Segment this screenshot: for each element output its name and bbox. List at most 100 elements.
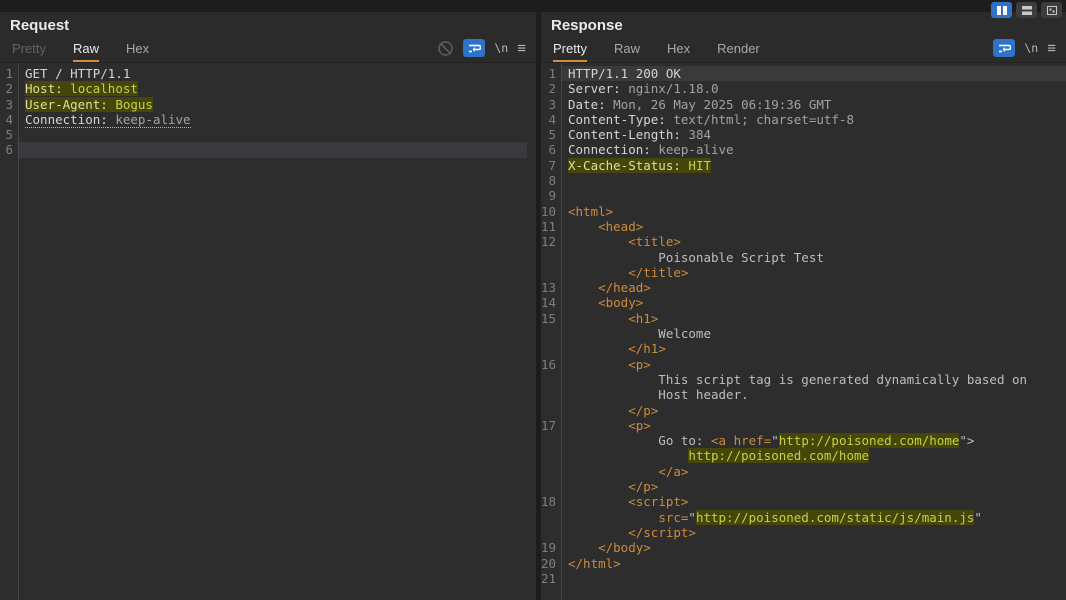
request-panel: Request Pretty Raw Hex \n ≡ 1GET / HTTP/… bbox=[0, 12, 536, 600]
line-number bbox=[541, 403, 561, 418]
line-number: 21 bbox=[541, 571, 561, 586]
code-line: Poisonable Script Test bbox=[541, 250, 1066, 265]
columns-layout-icon bbox=[997, 6, 1007, 15]
code-line: 20</html> bbox=[541, 556, 1066, 571]
line-number bbox=[541, 464, 561, 479]
code-line: src="http://poisoned.com/static/js/main.… bbox=[541, 510, 1066, 525]
code-line: Welcome bbox=[541, 326, 1066, 341]
line-number bbox=[541, 372, 561, 387]
layout-buttons bbox=[991, 2, 1062, 18]
request-tab-raw[interactable]: Raw bbox=[73, 36, 99, 62]
code-line: 2Server: nginx/1.18.0 bbox=[541, 81, 1066, 96]
request-tab-pretty: Pretty bbox=[12, 36, 46, 62]
code-line: 5Content-Length: 384 bbox=[541, 127, 1066, 142]
code-line[interactable]: 6 bbox=[0, 142, 536, 157]
code-line: 16 <p> bbox=[541, 357, 1066, 372]
line-number: 5 bbox=[541, 127, 561, 142]
code-line: This script tag is generated dynamically… bbox=[541, 372, 1066, 387]
line-number bbox=[541, 448, 561, 463]
line-number: 16 bbox=[541, 357, 561, 372]
code-line[interactable]: 1GET / HTTP/1.1 bbox=[0, 66, 536, 81]
rows-layout-button[interactable] bbox=[1016, 2, 1037, 18]
line-number: 19 bbox=[541, 540, 561, 555]
response-tab-pretty[interactable]: Pretty bbox=[553, 36, 587, 62]
line-number: 2 bbox=[541, 81, 561, 96]
line-number: 20 bbox=[541, 556, 561, 571]
line-number: 8 bbox=[541, 173, 561, 188]
line-number bbox=[541, 326, 561, 341]
response-editor[interactable]: 1HTTP/1.1 200 OK2Server: nginx/1.18.03Da… bbox=[541, 62, 1066, 600]
word-wrap-button[interactable] bbox=[463, 39, 485, 57]
code-line: 6Connection: keep-alive bbox=[541, 142, 1066, 157]
line-number: 13 bbox=[541, 280, 561, 295]
code-line: 14 <body> bbox=[541, 295, 1066, 310]
line-number: 2 bbox=[0, 81, 18, 96]
code-line: 1HTTP/1.1 200 OK bbox=[541, 66, 1066, 81]
line-number: 9 bbox=[541, 188, 561, 203]
line-number: 14 bbox=[541, 295, 561, 310]
line-number bbox=[541, 479, 561, 494]
code-line: http://poisoned.com/home bbox=[541, 448, 1066, 463]
response-menu-icon[interactable]: ≡ bbox=[1047, 41, 1056, 56]
line-number bbox=[541, 433, 561, 448]
code-line: Go to: <a href="http://poisoned.com/home… bbox=[541, 433, 1066, 448]
code-line: </title> bbox=[541, 265, 1066, 280]
line-number bbox=[541, 250, 561, 265]
newline-toggle-icon[interactable]: \n bbox=[1024, 41, 1038, 55]
line-number: 18 bbox=[541, 494, 561, 509]
line-number: 4 bbox=[0, 112, 18, 127]
code-line[interactable]: 5 bbox=[0, 127, 536, 142]
line-number bbox=[541, 341, 561, 356]
line-number: 1 bbox=[541, 66, 561, 81]
line-number bbox=[541, 510, 561, 525]
response-tab-hex[interactable]: Hex bbox=[667, 36, 690, 62]
line-number: 7 bbox=[541, 158, 561, 173]
code-line: 7X-Cache-Status: HIT bbox=[541, 158, 1066, 173]
word-wrap-icon bbox=[468, 43, 481, 53]
response-tabs: Pretty Raw Hex Render \n ≡ bbox=[541, 36, 1066, 62]
code-line: 15 <h1> bbox=[541, 311, 1066, 326]
code-line: 8 bbox=[541, 173, 1066, 188]
code-line[interactable]: 3User-Agent: Bogus bbox=[0, 97, 536, 112]
response-tab-raw[interactable]: Raw bbox=[614, 36, 640, 62]
code-line: 13 </head> bbox=[541, 280, 1066, 295]
code-line: Host header. bbox=[541, 387, 1066, 402]
request-tabs: Pretty Raw Hex \n ≡ bbox=[0, 36, 536, 62]
line-number: 3 bbox=[541, 97, 561, 112]
code-line: 18 <script> bbox=[541, 494, 1066, 509]
line-number: 17 bbox=[541, 418, 561, 433]
line-number bbox=[541, 265, 561, 280]
code-line: </p> bbox=[541, 479, 1066, 494]
code-line: 4Content-Type: text/html; charset=utf-8 bbox=[541, 112, 1066, 127]
code-line: </a> bbox=[541, 464, 1066, 479]
request-menu-icon[interactable]: ≡ bbox=[517, 41, 526, 56]
code-line: 17 <p> bbox=[541, 418, 1066, 433]
line-number: 6 bbox=[0, 142, 18, 157]
code-line: 19 </body> bbox=[541, 540, 1066, 555]
word-wrap-icon bbox=[998, 43, 1011, 53]
code-line: 3Date: Mon, 26 May 2025 06:19:36 GMT bbox=[541, 97, 1066, 112]
line-number bbox=[541, 525, 561, 540]
request-editor[interactable]: 1GET / HTTP/1.12Host: localhost3User-Age… bbox=[0, 62, 536, 600]
tabs-layout-icon bbox=[1047, 6, 1057, 15]
code-line: 10<html> bbox=[541, 204, 1066, 219]
code-line[interactable]: 4Connection: keep-alive bbox=[0, 112, 536, 127]
request-tab-hex[interactable]: Hex bbox=[126, 36, 149, 62]
code-line: 9 bbox=[541, 188, 1066, 203]
code-line: 21 bbox=[541, 571, 1066, 586]
columns-layout-button[interactable] bbox=[991, 2, 1012, 18]
code-line[interactable]: 2Host: localhost bbox=[0, 81, 536, 96]
newline-toggle-icon[interactable]: \n bbox=[494, 41, 508, 55]
code-line: </p> bbox=[541, 403, 1066, 418]
request-title: Request bbox=[0, 12, 536, 34]
line-number: 11 bbox=[541, 219, 561, 234]
hidden-items-icon[interactable] bbox=[437, 40, 454, 57]
tabs-layout-button[interactable] bbox=[1041, 2, 1062, 18]
line-number: 15 bbox=[541, 311, 561, 326]
code-line: 12 <title> bbox=[541, 234, 1066, 249]
response-tab-render[interactable]: Render bbox=[717, 36, 760, 62]
word-wrap-button[interactable] bbox=[993, 39, 1015, 57]
line-number: 5 bbox=[0, 127, 18, 142]
line-number: 12 bbox=[541, 234, 561, 249]
rows-layout-icon bbox=[1022, 6, 1032, 15]
